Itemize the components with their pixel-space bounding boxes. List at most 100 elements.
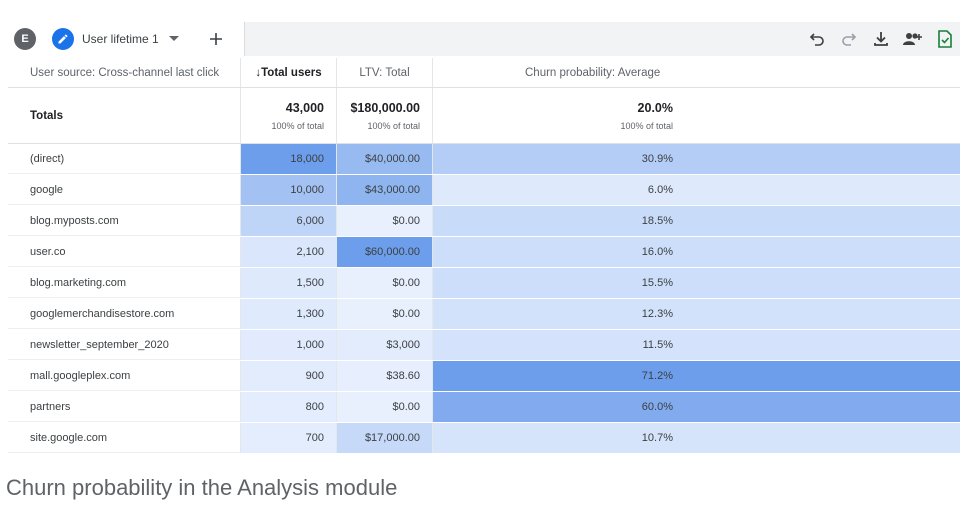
users-cell-text: 18,000: [290, 153, 324, 165]
source-cell: partners: [8, 392, 240, 422]
users-cell: 1,500: [240, 268, 336, 298]
users-cell: 2,100: [240, 237, 336, 267]
caret-down-icon[interactable]: [168, 36, 179, 42]
users-cell-text: 1,300: [296, 308, 324, 320]
table-row[interactable]: site.google.com 700 $17,000.00 10.7%: [8, 423, 960, 454]
heat-fill: [433, 237, 960, 267]
ltv-cell: $0.00: [336, 392, 432, 422]
total-users-header[interactable]: ↓Total users: [240, 58, 336, 87]
dimension-header[interactable]: User source: Cross-channel last click: [8, 58, 240, 87]
users-cell-text: 2,100: [296, 246, 324, 258]
table-row[interactable]: (direct) 18,000 $40,000.00 30.9%: [8, 144, 960, 175]
churn-cell-text: 30.9%: [641, 153, 673, 165]
source-cell-text: googlemerchandisestore.com: [30, 307, 175, 320]
ltv-cell: $40,000.00: [336, 144, 432, 174]
users-cell-text: 10,000: [290, 184, 324, 196]
table-body: (direct) 18,000 $40,000.00 30.9% google 10,00…: [8, 144, 960, 454]
ltv-cell-text: $0.00: [392, 277, 420, 289]
ltv-cell-text: $43,000.00: [364, 184, 420, 196]
table-row[interactable]: blog.myposts.com 6,000 $0.00 18.5%: [8, 206, 960, 237]
table-row[interactable]: blog.marketing.com 1,500 $0.00 15.5%: [8, 268, 960, 299]
tab-bar: E User lifetime 1: [8, 20, 960, 58]
churn-cell-text: 6.0%: [647, 184, 673, 196]
source-cell-text: newsletter_september_2020: [30, 338, 169, 351]
users-cell: 10,000: [240, 175, 336, 205]
churn-cell: 12.3%: [432, 299, 960, 329]
ltv-cell-text: $40,000.00: [364, 153, 420, 165]
heat-fill: [433, 268, 960, 298]
redo-icon[interactable]: [838, 28, 860, 50]
tab-label: User lifetime 1: [82, 32, 159, 46]
exploration-frame: E User lifetime 1 User source: Cross-cha…: [8, 16, 960, 456]
ltv-cell-text: $0.00: [392, 215, 420, 227]
table-row[interactable]: user.co 2,100 $60,000.00 16.0%: [8, 237, 960, 268]
source-cell: blog.marketing.com: [8, 268, 240, 298]
churn-cell: 60.0%: [432, 392, 960, 422]
totals-users-pct: 100% of total: [271, 120, 324, 131]
figure-caption: Churn probability in the Analysis module: [6, 475, 398, 500]
churn-header-label: Churn probability: Average: [525, 66, 661, 79]
ltv-cell-text: $0.00: [392, 308, 420, 320]
ltv-cell: $0.00: [336, 268, 432, 298]
totals-churn-cell: 20.0% 100% of total: [432, 88, 960, 143]
churn-header[interactable]: Churn probability: Average: [432, 58, 960, 87]
users-cell-text: 1,500: [296, 277, 324, 289]
users-cell-text: 1,000: [296, 339, 324, 351]
churn-cell-text: 10.7%: [641, 432, 673, 444]
ltv-cell: $0.00: [336, 299, 432, 329]
source-cell: user.co: [8, 237, 240, 267]
toolbar: [244, 22, 960, 56]
heat-fill: [433, 144, 960, 174]
source-cell-text: google: [30, 183, 64, 196]
totals-ltv-pct: 100% of total: [367, 120, 420, 131]
table-row[interactable]: mall.googleplex.com 900 $38.60 71.2%: [8, 361, 960, 392]
export-sheet-icon[interactable]: [934, 28, 956, 50]
totals-users: 43,000: [285, 100, 324, 115]
totals-ltv: $180,000.00: [350, 100, 420, 115]
source-cell: mall.googleplex.com: [8, 361, 240, 391]
table-row[interactable]: partners 800 $0.00 60.0%: [8, 392, 960, 423]
user-avatar[interactable]: E: [14, 28, 36, 50]
undo-icon[interactable]: [806, 28, 828, 50]
users-cell-text: 6,000: [296, 215, 324, 227]
ltv-cell-text: $3,000: [386, 339, 420, 351]
heat-fill: [433, 392, 960, 422]
source-cell-text: site.google.com: [30, 431, 108, 444]
ltv-cell: $38.60: [336, 361, 432, 391]
totals-users-cell: 43,000 100% of total: [240, 88, 336, 143]
ltv-header[interactable]: LTV: Total: [336, 58, 432, 87]
users-cell: 1,000: [240, 330, 336, 360]
users-cell: 700: [240, 423, 336, 453]
churn-cell-text: 18.5%: [641, 215, 673, 227]
table-row[interactable]: newsletter_september_2020 1,000 $3,000 11.5…: [8, 330, 960, 361]
users-cell: 800: [240, 392, 336, 422]
churn-cell: 16.0%: [432, 237, 960, 267]
ltv-cell-text: $38.60: [386, 370, 420, 382]
heat-fill: [433, 423, 960, 453]
churn-cell-text: 60.0%: [641, 401, 673, 413]
add-tab-button[interactable]: [204, 27, 228, 51]
churn-cell: 71.2%: [432, 361, 960, 391]
churn-cell-text: 16.0%: [641, 246, 673, 258]
source-cell: blog.myposts.com: [8, 206, 240, 236]
tab-user-lifetime[interactable]: User lifetime 1: [48, 22, 198, 56]
table-row[interactable]: google 10,000 $43,000.00 6.0%: [8, 175, 960, 206]
source-cell-text: mall.googleplex.com: [30, 369, 131, 382]
churn-cell: 30.9%: [432, 144, 960, 174]
share-users-icon[interactable]: [902, 28, 924, 50]
source-cell-text: partners: [30, 400, 71, 413]
download-icon[interactable]: [870, 28, 892, 50]
churn-cell: 11.5%: [432, 330, 960, 360]
users-cell: 900: [240, 361, 336, 391]
source-cell: google: [8, 175, 240, 205]
table-row[interactable]: googlemerchandisestore.com 1,300 $0.00 12.3…: [8, 299, 960, 330]
heat-fill: [433, 175, 960, 205]
churn-cell: 6.0%: [432, 175, 960, 205]
ltv-cell: $17,000.00: [336, 423, 432, 453]
users-cell-text: 700: [305, 432, 324, 444]
table-header: User source: Cross-channel last click ↓T…: [8, 58, 960, 88]
users-cell: 18,000: [240, 144, 336, 174]
churn-cell: 10.7%: [432, 423, 960, 453]
heat-fill: [433, 206, 960, 236]
ltv-cell: $3,000: [336, 330, 432, 360]
